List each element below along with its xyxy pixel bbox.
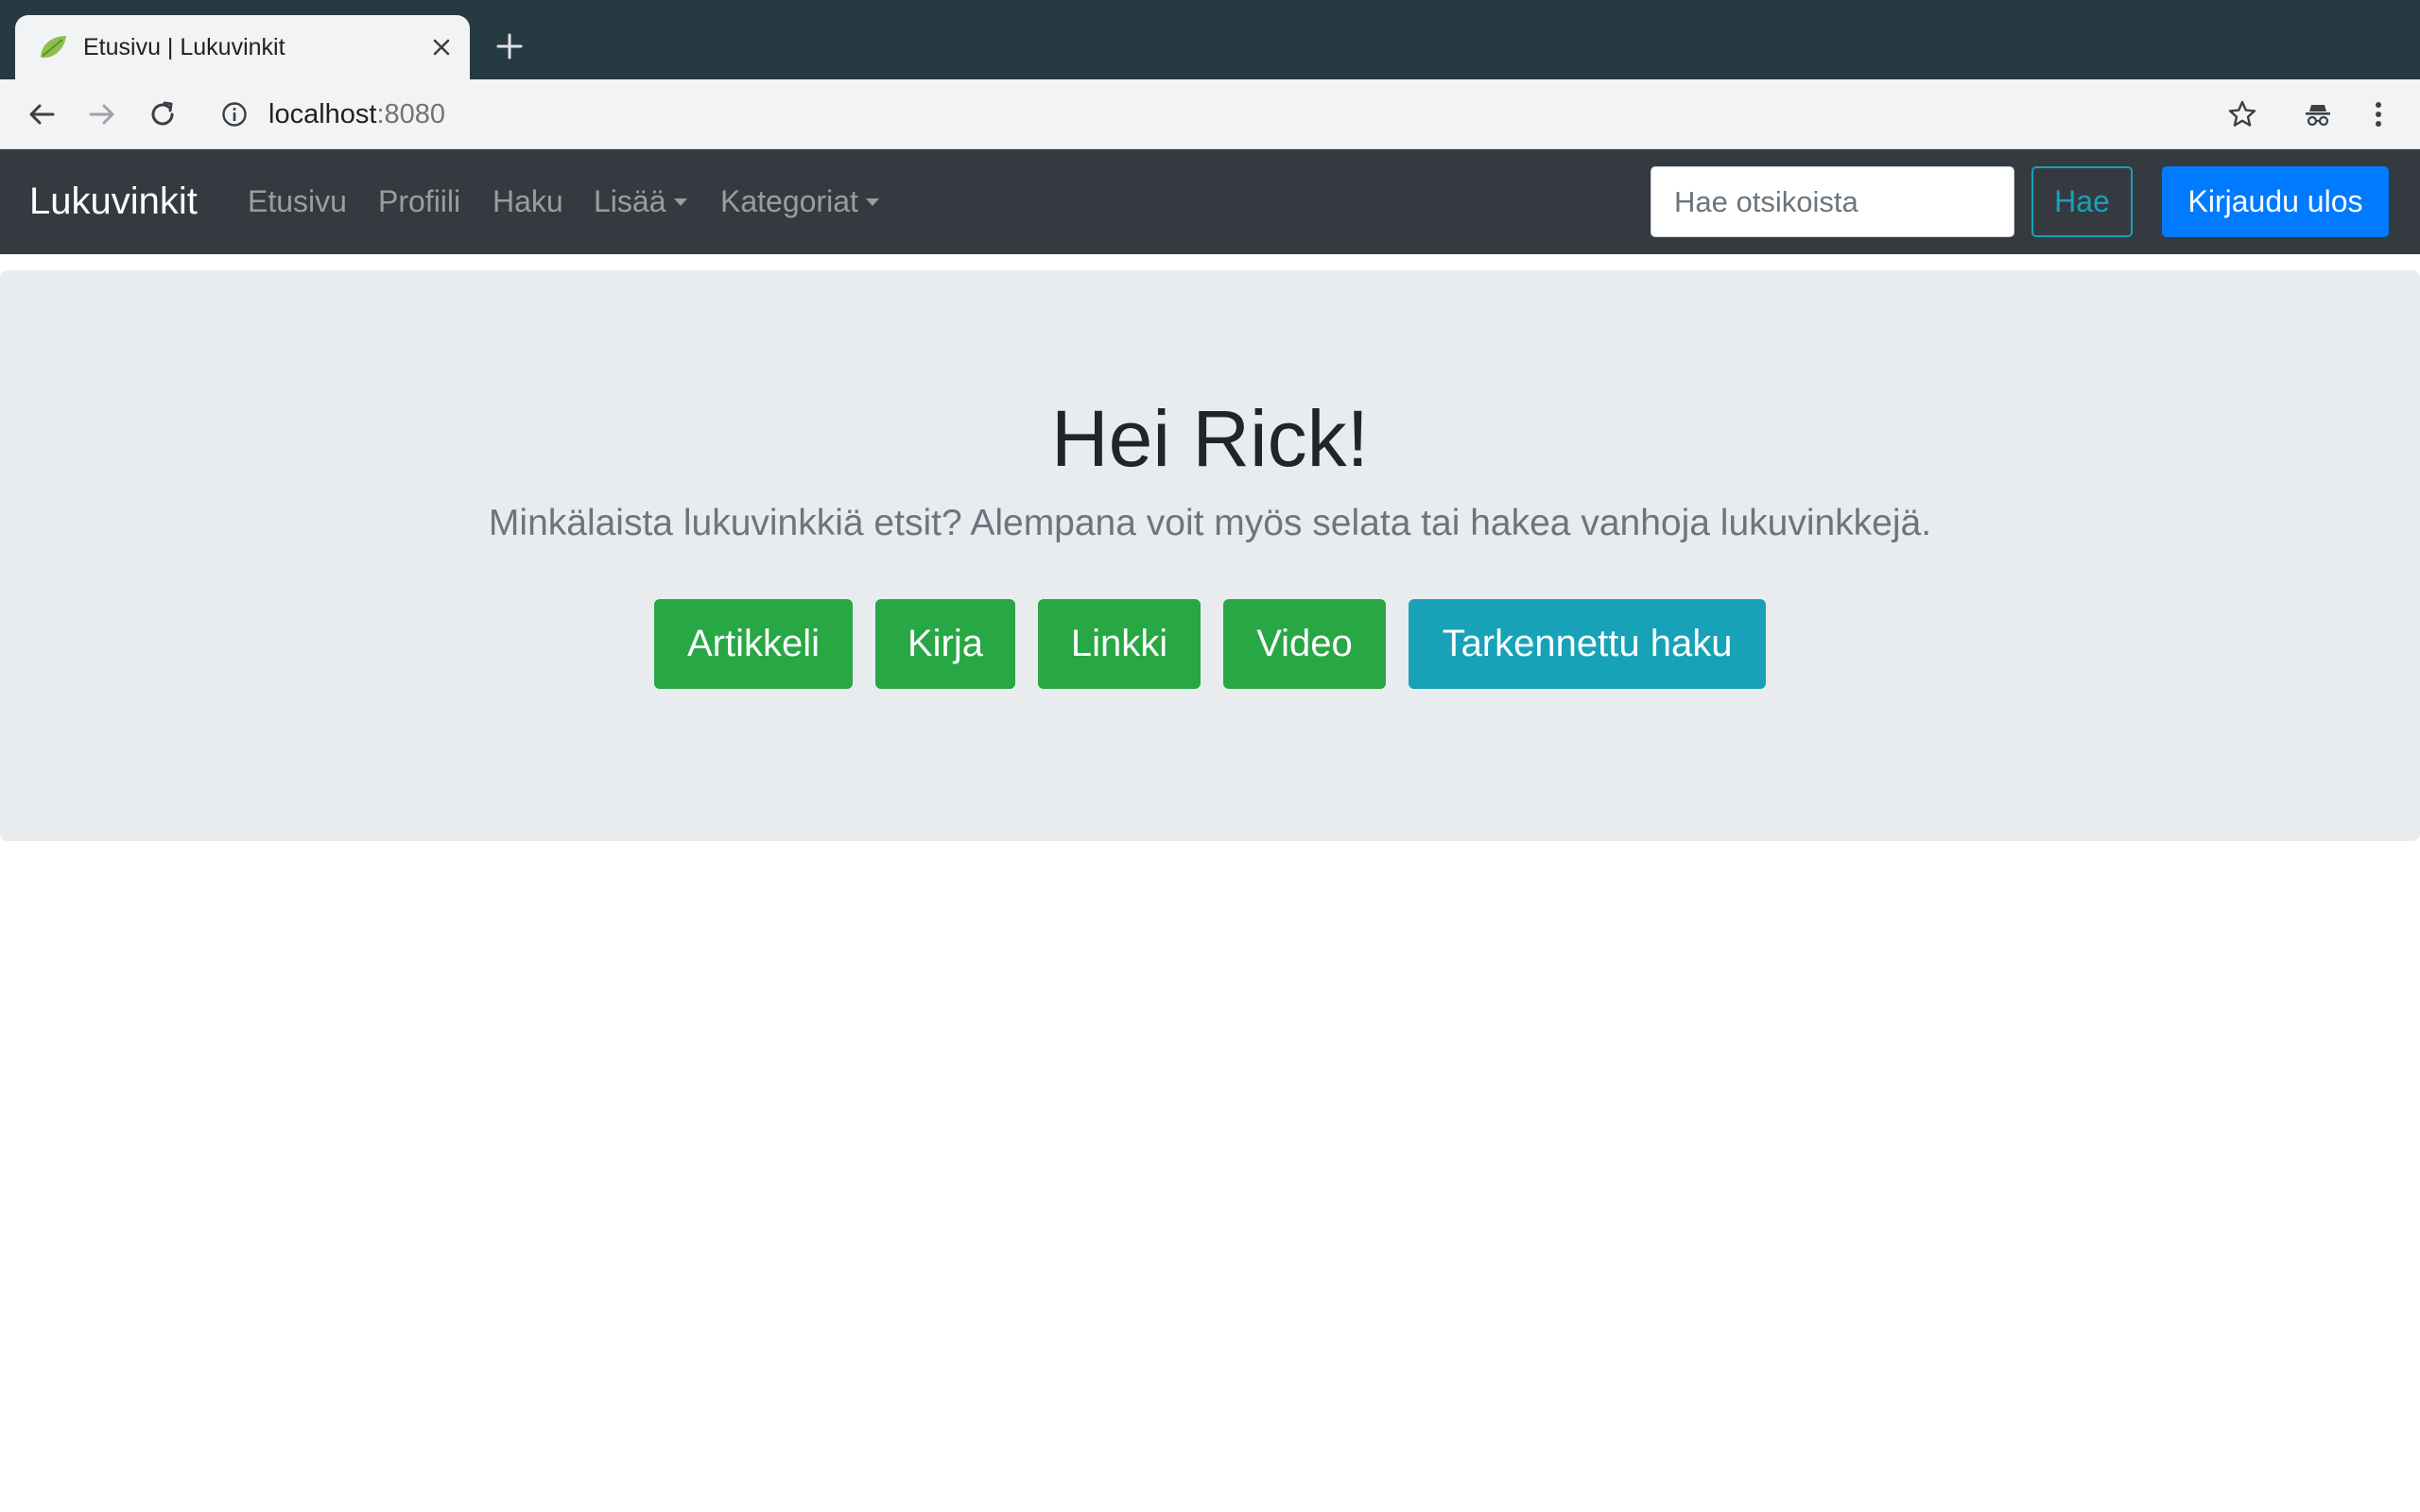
- search-input[interactable]: [1651, 166, 2014, 237]
- tab-title: Etusivu | Lukuvinkit: [83, 34, 285, 60]
- nav-dropdown-kategoriat[interactable]: Kategoriat: [720, 149, 879, 254]
- incognito-icon[interactable]: [2299, 95, 2337, 133]
- search-button[interactable]: Hae: [2031, 166, 2133, 237]
- advanced-search-button[interactable]: Tarkennettu haku: [1409, 599, 1766, 689]
- caret-down-icon: [865, 198, 879, 206]
- jumbotron: Hei Rick! Minkälaista lukuvinkkiä etsit?…: [0, 270, 2420, 841]
- nav-dropdown-lisaa[interactable]: Lisää: [594, 149, 687, 254]
- nav-dropdown-lisaa-label: Lisää: [594, 184, 666, 218]
- url-host: localhost: [268, 99, 377, 129]
- nav-link-etusivu[interactable]: Etusivu: [248, 149, 347, 254]
- page-title: Hei Rick!: [1050, 394, 1370, 483]
- reload-icon[interactable]: [144, 95, 182, 133]
- nav-dropdown-kategoriat-label: Kategoriat: [720, 184, 858, 218]
- forward-icon[interactable]: [83, 95, 121, 133]
- browser-tabstrip: Etusivu | Lukuvinkit: [0, 0, 2420, 79]
- video-button[interactable]: Video: [1223, 599, 1386, 689]
- kirja-button[interactable]: Kirja: [875, 599, 1015, 689]
- nav-link-haku[interactable]: Haku: [493, 149, 563, 254]
- hero-lead-text: Minkälaista lukuvinkkiä etsit? Alempana …: [488, 503, 1932, 543]
- caret-down-icon: [673, 198, 687, 206]
- browser-tab[interactable]: Etusivu | Lukuvinkit: [15, 15, 470, 79]
- leaf-icon: [36, 30, 70, 64]
- url-port: :8080: [376, 99, 446, 129]
- menu-dots-icon[interactable]: [2360, 95, 2397, 133]
- star-icon[interactable]: [2223, 95, 2261, 133]
- close-icon[interactable]: [428, 34, 455, 60]
- nav-link-profiili[interactable]: Profiili: [378, 149, 460, 254]
- artikkeli-button[interactable]: Artikkeli: [654, 599, 853, 689]
- new-tab-icon[interactable]: [491, 27, 528, 65]
- back-icon[interactable]: [23, 95, 60, 133]
- logout-button[interactable]: Kirjaudu ulos: [2162, 166, 2389, 237]
- info-icon[interactable]: [221, 101, 248, 128]
- navbar-brand[interactable]: Lukuvinkit: [29, 149, 198, 254]
- linkki-button[interactable]: Linkki: [1038, 599, 1201, 689]
- browser-toolbar: localhost:8080: [0, 79, 2420, 149]
- address-bar[interactable]: localhost:8080: [268, 79, 445, 149]
